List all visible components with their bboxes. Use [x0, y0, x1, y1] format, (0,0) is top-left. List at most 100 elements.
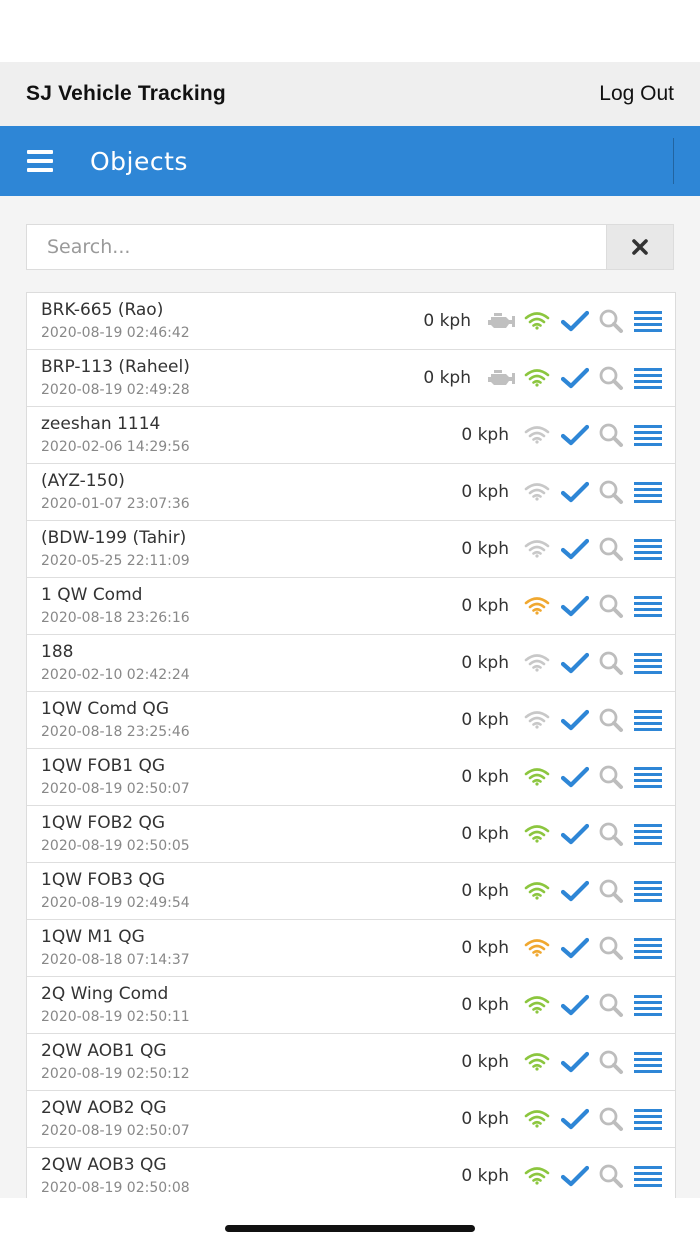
checkmark-icon [561, 310, 589, 332]
details-menu-icon[interactable] [633, 481, 663, 503]
signal-icon [523, 825, 551, 843]
object-timestamp: 2020-02-10 02:42:24 [41, 667, 190, 683]
search-icon[interactable] [597, 308, 625, 334]
details-menu-icon[interactable] [633, 880, 663, 902]
search-icon[interactable] [597, 422, 625, 448]
object-row[interactable]: BRP-113 (Raheel) 2020-08-19 02:49:28 0 kph [27, 350, 675, 407]
status-bar [0, 0, 700, 62]
search-icon[interactable] [597, 764, 625, 790]
object-row[interactable]: 1QW M1 QG 2020-08-18 07:14:37 0 kph [27, 920, 675, 977]
details-menu-icon[interactable] [633, 367, 663, 389]
object-speed: 0 kph [461, 767, 509, 787]
object-speed: 0 kph [461, 938, 509, 958]
object-row[interactable]: 1QW FOB2 QG 2020-08-19 02:50:05 0 kph [27, 806, 675, 863]
object-row[interactable]: 1QW Comd QG 2020-08-18 23:25:46 0 kph [27, 692, 675, 749]
search-input[interactable] [27, 225, 606, 269]
object-name: 1QW FOB2 QG [41, 813, 166, 833]
object-timestamp: 2020-01-07 23:07:36 [41, 496, 190, 512]
object-status-group: 0 kph [423, 293, 663, 349]
object-row[interactable]: 1QW FOB1 QG 2020-08-19 02:50:07 0 kph [27, 749, 675, 806]
details-menu-icon[interactable] [633, 823, 663, 845]
object-row[interactable]: 2QW AOB3 QG 2020-08-19 02:50:08 0 kph [27, 1148, 675, 1198]
object-status-group: 0 kph [461, 1148, 663, 1198]
object-name: 2Q Wing Comd [41, 984, 169, 1004]
object-name: BRK-665 (Rao) [41, 300, 164, 320]
object-list: BRK-665 (Rao) 2020-08-19 02:46:42 0 kph BRP… [26, 292, 676, 1198]
details-menu-icon[interactable] [633, 310, 663, 332]
object-row[interactable]: 188 2020-02-10 02:42:24 0 kph [27, 635, 675, 692]
search-icon[interactable] [597, 878, 625, 904]
object-row[interactable]: BRK-665 (Rao) 2020-08-19 02:46:42 0 kph [27, 293, 675, 350]
details-menu-icon[interactable] [633, 1051, 663, 1073]
object-name: 1QW Comd QG [41, 699, 169, 719]
checkmark-icon [561, 595, 589, 617]
search-icon[interactable] [597, 1106, 625, 1132]
search-icon[interactable] [597, 821, 625, 847]
engine-icon [485, 369, 517, 387]
object-speed: 0 kph [461, 596, 509, 616]
search-icon[interactable] [597, 536, 625, 562]
search-icon[interactable] [597, 935, 625, 961]
object-row[interactable]: 2Q Wing Comd 2020-08-19 02:50:11 0 kph [27, 977, 675, 1034]
object-status-group: 0 kph [461, 863, 663, 919]
object-speed: 0 kph [461, 425, 509, 445]
signal-icon [523, 996, 551, 1014]
object-row[interactable]: (AYZ-150) 2020-01-07 23:07:36 0 kph [27, 464, 675, 521]
details-menu-icon[interactable] [633, 1165, 663, 1187]
app-title: SJ Vehicle Tracking [26, 82, 226, 105]
object-timestamp: 2020-08-19 02:46:42 [41, 325, 190, 341]
clear-search-button[interactable] [606, 225, 673, 269]
object-timestamp: 2020-08-19 02:50:08 [41, 1180, 190, 1196]
checkmark-icon [561, 937, 589, 959]
object-row[interactable]: 2QW AOB1 QG 2020-08-19 02:50:12 0 kph [27, 1034, 675, 1091]
object-status-group: 0 kph [461, 578, 663, 634]
checkmark-icon [561, 823, 589, 845]
details-menu-icon[interactable] [633, 652, 663, 674]
object-row[interactable]: 2QW AOB2 QG 2020-08-19 02:50:07 0 kph [27, 1091, 675, 1148]
object-row[interactable]: (BDW-199 (Tahir) 2020-05-25 22:11:09 0 kph [27, 521, 675, 578]
search-icon[interactable] [597, 650, 625, 676]
signal-icon [523, 483, 551, 501]
search-icon[interactable] [597, 1049, 625, 1075]
object-status-group: 0 kph [423, 350, 663, 406]
object-name: BRP-113 (Raheel) [41, 357, 190, 377]
details-menu-icon[interactable] [633, 1108, 663, 1130]
details-menu-icon[interactable] [633, 538, 663, 560]
hamburger-icon[interactable] [27, 150, 53, 172]
home-indicator [225, 1225, 475, 1232]
search-icon[interactable] [597, 479, 625, 505]
logout-link[interactable]: Log Out [599, 82, 674, 106]
search-icon[interactable] [597, 365, 625, 391]
search-icon[interactable] [597, 593, 625, 619]
checkmark-icon [561, 880, 589, 902]
search-icon[interactable] [597, 1163, 625, 1189]
close-icon [632, 239, 648, 255]
checkmark-icon [561, 709, 589, 731]
object-name: 2QW AOB3 QG [41, 1155, 167, 1175]
details-menu-icon[interactable] [633, 994, 663, 1016]
object-row[interactable]: 1QW FOB3 QG 2020-08-19 02:49:54 0 kph [27, 863, 675, 920]
details-menu-icon[interactable] [633, 766, 663, 788]
object-timestamp: 2020-08-18 23:25:46 [41, 724, 190, 740]
search-icon[interactable] [597, 992, 625, 1018]
object-status-group: 0 kph [461, 521, 663, 577]
toolbar-divider [673, 138, 674, 184]
search-icon[interactable] [597, 707, 625, 733]
details-menu-icon[interactable] [633, 595, 663, 617]
checkmark-icon [561, 994, 589, 1016]
objects-toolbar: Objects [0, 126, 700, 196]
object-row[interactable]: 1 QW Comd 2020-08-18 23:26:16 0 kph [27, 578, 675, 635]
signal-icon [523, 1110, 551, 1128]
object-timestamp: 2020-08-19 02:50:07 [41, 1123, 190, 1139]
checkmark-icon [561, 1051, 589, 1073]
checkmark-icon [561, 424, 589, 446]
details-menu-icon[interactable] [633, 424, 663, 446]
object-timestamp: 2020-08-19 02:50:11 [41, 1009, 190, 1025]
object-speed: 0 kph [461, 1109, 509, 1129]
details-menu-icon[interactable] [633, 709, 663, 731]
object-row[interactable]: zeeshan 1114 2020-02-06 14:29:56 0 kph [27, 407, 675, 464]
checkmark-icon [561, 652, 589, 674]
object-status-group: 0 kph [461, 464, 663, 520]
signal-icon [523, 654, 551, 672]
details-menu-icon[interactable] [633, 937, 663, 959]
